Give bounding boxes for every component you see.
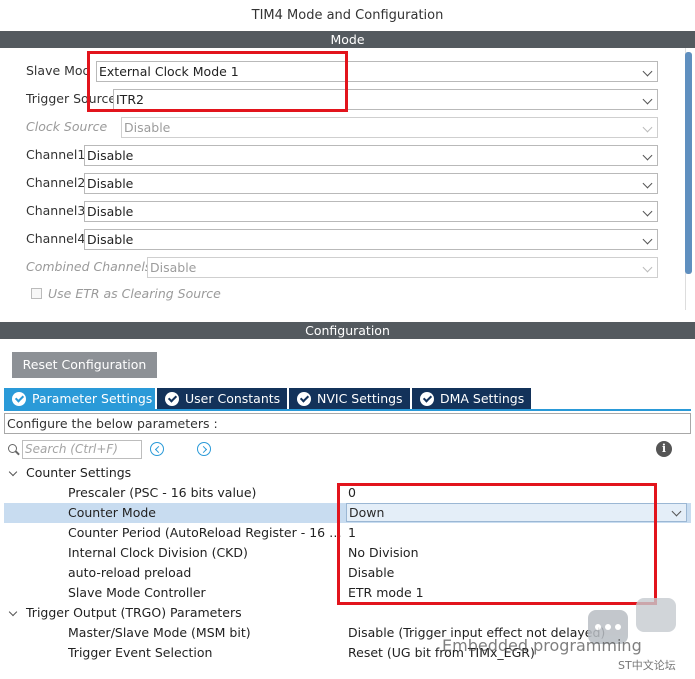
check-circle-icon: [297, 392, 311, 406]
channel4-row: Channel4 Disable: [26, 229, 658, 250]
channel3-row: Channel3 Disable: [26, 201, 658, 222]
param-name: Master/Slave Mode (MSM bit): [68, 625, 251, 640]
channel4-combo[interactable]: Disable: [84, 229, 658, 250]
param-name: Prescaler (PSC - 16 bits value): [68, 485, 257, 500]
etr-clearing-checkbox: Use ETR as Clearing Source: [31, 286, 221, 302]
param-name: Trigger Event Selection: [68, 645, 213, 660]
watermark-subtext: ST中文论坛: [618, 659, 676, 672]
channel1-combo[interactable]: Disable: [84, 145, 658, 166]
chevron-down-icon: [642, 94, 653, 105]
chevron-down-icon[interactable]: [8, 467, 18, 477]
combined-channels-combo: Disable: [147, 257, 658, 278]
tab-user-constants[interactable]: User Constants: [157, 388, 287, 410]
channel2-row: Channel2 Disable: [26, 173, 658, 194]
clock-source-label: Clock Source: [26, 119, 108, 134]
channel2-value: Disable: [87, 176, 134, 191]
mode-header: Mode: [0, 31, 695, 48]
tab-label: DMA Settings: [440, 391, 525, 406]
channel3-combo[interactable]: Disable: [84, 201, 658, 222]
check-circle-icon: [165, 392, 179, 406]
combined-channels-row: Combined Channels Disable: [26, 257, 658, 278]
channel3-value: Disable: [87, 204, 134, 219]
mode-scrollbar-thumb[interactable]: [685, 52, 692, 274]
tab-parameter-settings[interactable]: Parameter Settings: [4, 388, 155, 410]
check-circle-icon: [420, 392, 434, 406]
param-name: Counter Mode: [68, 505, 156, 520]
window-title: TIM4 Mode and Configuration: [251, 8, 444, 23]
clock-source-combo: Disable: [121, 117, 658, 138]
tab-dma-settings[interactable]: DMA Settings: [412, 388, 531, 410]
group-counter-settings[interactable]: Counter Settings: [4, 463, 691, 483]
chevron-down-icon: [642, 206, 653, 217]
channel4-label: Channel4: [26, 231, 86, 246]
search-icon: [8, 444, 17, 453]
clock-source-row: Clock Source Disable: [26, 117, 658, 138]
combined-channels-label: Combined Channels: [26, 259, 152, 274]
previous-result-icon[interactable]: [150, 442, 164, 456]
channel2-label: Channel2: [26, 175, 86, 190]
mode-scrollbar[interactable]: [685, 52, 692, 274]
channel3-label: Channel3: [26, 203, 86, 218]
chevron-down-icon: [642, 66, 653, 77]
group-label: Counter Settings: [26, 465, 132, 480]
combined-channels-value: Disable: [150, 260, 197, 275]
slave-mode-label: Slave Mod: [26, 63, 91, 78]
channel4-value: Disable: [87, 232, 134, 247]
channel1-value: Disable: [87, 148, 134, 163]
info-icon[interactable]: i: [656, 441, 672, 457]
configuration-header: Configuration: [0, 322, 695, 339]
tab-label: NVIC Settings: [317, 391, 403, 406]
chevron-down-icon: [642, 262, 653, 273]
group-trigger-output[interactable]: Trigger Output (TRGO) Parameters: [4, 603, 691, 623]
tab-label: User Constants: [185, 391, 281, 406]
etr-clearing-label: Use ETR as Clearing Source: [48, 286, 221, 301]
tab-underline: [4, 409, 691, 411]
highlight-box-mode: [87, 51, 348, 112]
channel1-label: Channel1: [26, 147, 86, 162]
chevron-down-icon: [642, 122, 653, 133]
reset-configuration-button[interactable]: Reset Configuration: [12, 352, 157, 378]
search-input[interactable]: Search (Ctrl+F): [22, 440, 142, 459]
group-label: Trigger Output (TRGO) Parameters: [26, 605, 242, 620]
param-name: auto-reload preload: [68, 565, 192, 580]
param-name: Slave Mode Controller: [68, 585, 206, 600]
next-result-icon[interactable]: [197, 442, 211, 456]
chevron-down-icon: [671, 506, 682, 517]
configure-instructions: Configure the below parameters :: [4, 413, 691, 434]
check-circle-icon: [12, 392, 26, 406]
chevron-down-icon[interactable]: [8, 607, 18, 617]
chevron-down-icon: [642, 178, 653, 189]
channel1-row: Channel1 Disable: [26, 145, 658, 166]
channel2-combo[interactable]: Disable: [84, 173, 658, 194]
clock-source-value: Disable: [124, 120, 171, 135]
chevron-down-icon: [642, 234, 653, 245]
chevron-down-icon: [642, 150, 653, 161]
param-name: Internal Clock Division (CKD): [68, 545, 248, 560]
tab-label: Parameter Settings: [32, 391, 153, 406]
watermark-text: Embedded programming: [442, 636, 642, 655]
tab-nvic-settings[interactable]: NVIC Settings: [289, 388, 410, 410]
param-name: Counter Period (AutoReload Register - 16…: [68, 525, 342, 540]
highlight-box-params: [337, 483, 657, 605]
checkbox-icon: [31, 288, 42, 299]
